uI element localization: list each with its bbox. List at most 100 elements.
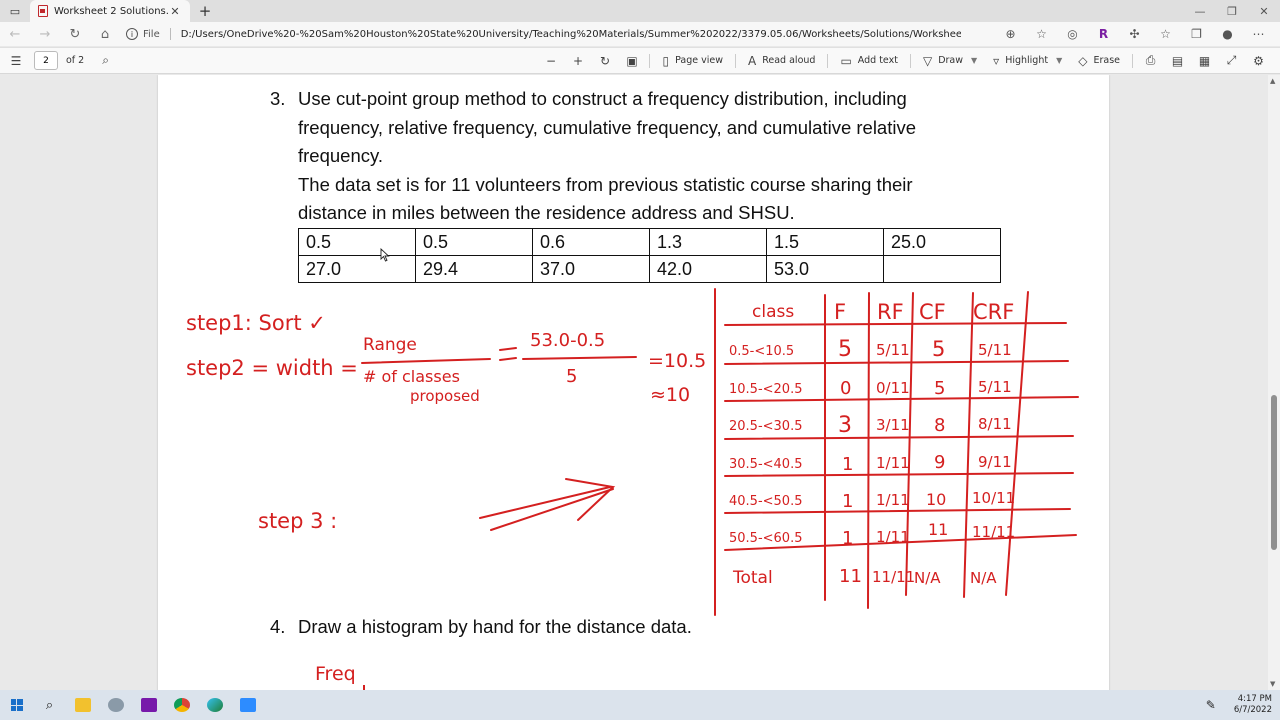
fit-page-icon[interactable]: ▣ xyxy=(618,54,645,68)
address-bar-row: ← → ↻ ⌂ i File D:/Users/OneDrive%20-%20S… xyxy=(0,22,1280,46)
print-icon[interactable]: ⎙ xyxy=(1137,53,1164,68)
ink-cf-2: 5 xyxy=(934,378,945,399)
favorites-icon[interactable]: ☆ xyxy=(1150,27,1181,41)
vertical-scrollbar[interactable]: ▲ ▼ xyxy=(1268,75,1280,690)
ink-f-total: 11 xyxy=(839,566,862,587)
ink-header-crf: CRF xyxy=(973,300,1014,324)
page-number-input[interactable] xyxy=(34,51,58,70)
fullscreen-icon[interactable]: ⤢ xyxy=(1218,53,1245,68)
question-4-number: 4. xyxy=(270,616,286,637)
refresh-icon[interactable]: ↻ xyxy=(60,27,90,42)
page-view-icon: ▯ xyxy=(662,53,670,68)
home-icon[interactable]: ⌂ xyxy=(90,27,120,42)
ink-cf-1: 5 xyxy=(932,337,945,361)
draw-button[interactable]: ▽ Draw ▼ xyxy=(915,47,985,74)
r-extension-icon[interactable]: R xyxy=(1088,27,1119,41)
zoom-icon[interactable]: ⊕ xyxy=(995,27,1026,41)
onenote-icon[interactable] xyxy=(132,690,165,720)
ink-equals-10-5: =10.5 xyxy=(648,350,706,372)
ink-header-f: F xyxy=(834,300,846,324)
question-3-number: 3. xyxy=(270,88,286,109)
question-4-text: Draw a histogram by hand for the distanc… xyxy=(298,616,692,637)
extension-icon[interactable]: ◎ xyxy=(1057,27,1088,41)
highlight-button[interactable]: ▿ Highlight ▼ xyxy=(985,47,1070,74)
ink-rf-6: 1/11 xyxy=(876,528,910,546)
workspaces-icon[interactable]: ▭ xyxy=(0,0,30,22)
table-of-contents-icon[interactable]: ☰ xyxy=(0,54,32,68)
pdf-tools: − + ↻ ▣ ▯ Page view A Read aloud ▭ Add text… xyxy=(537,47,1272,74)
settings-gear-icon[interactable]: ⚙ xyxy=(1245,54,1272,68)
search-icon[interactable]: ⌕ xyxy=(102,53,109,68)
zoom-app-icon[interactable] xyxy=(231,690,264,720)
ink-f-5: 1 xyxy=(842,491,853,512)
add-text-button[interactable]: ▭ Add text xyxy=(832,47,906,74)
question-3-text: Use cut-point group method to construct … xyxy=(298,88,917,223)
chrome-icon[interactable] xyxy=(165,690,198,720)
ink-class-5: 40.5-<50.5 xyxy=(729,494,802,509)
ink-crf-5: 10/11 xyxy=(972,489,1015,507)
ink-crf-2: 5/11 xyxy=(978,378,1012,396)
ink-range: Range xyxy=(363,335,417,355)
ink-crf-6: 11/11 xyxy=(972,523,1015,541)
browser-tab[interactable]: Worksheet 2 Solutions.pdf ✕ xyxy=(30,0,190,22)
more-menu-icon[interactable]: ⋯ xyxy=(1243,27,1274,41)
read-aloud-button[interactable]: A Read aloud xyxy=(740,47,823,74)
back-icon[interactable]: ← xyxy=(0,27,30,42)
clock[interactable]: 4:17 PM 6/7/2022 xyxy=(1234,694,1272,716)
ink-cf-6: 11 xyxy=(928,520,948,539)
close-window-icon[interactable]: ✕ xyxy=(1248,5,1280,18)
profile-avatar-icon[interactable]: ● xyxy=(1212,27,1243,41)
favorite-star-icon[interactable]: ☆ xyxy=(1026,27,1057,41)
ink-step2-label: step2 = width = xyxy=(186,356,358,380)
maximize-icon[interactable]: ❐ xyxy=(1216,5,1248,18)
ink-formula-denominator: 5 xyxy=(566,366,577,387)
page-view-button[interactable]: ▯ Page view xyxy=(654,47,731,74)
pdf-toolbar: ☰ of 2 ⌕ − + ↻ ▣ ▯Page view ARead aloud … xyxy=(0,47,1280,74)
address-field[interactable]: i File D:/Users/OneDrive%20-%20Sam%20Hou… xyxy=(126,28,995,40)
save-icon[interactable]: ▤ xyxy=(1164,54,1191,68)
ink-class-4: 30.5-<40.5 xyxy=(729,457,802,472)
file-explorer-icon[interactable] xyxy=(66,690,99,720)
save-as-icon[interactable]: ▦ xyxy=(1191,54,1218,68)
snipping-tool-icon[interactable] xyxy=(99,690,132,720)
collections-icon[interactable]: ❐ xyxy=(1181,27,1212,41)
chevron-down-icon[interactable]: ▼ xyxy=(1056,56,1062,65)
erase-button[interactable]: ◇ Erase xyxy=(1070,47,1128,74)
ink-rf-3: 3/11 xyxy=(876,416,910,434)
zoom-in-icon[interactable]: + xyxy=(564,54,591,68)
ink-crf-4: 9/11 xyxy=(978,453,1012,471)
search-taskbar-icon[interactable]: ⌕ xyxy=(33,690,66,720)
pdf-page: 3. Use cut-point group method to constru… xyxy=(158,75,1109,690)
ink-class-total: Total xyxy=(732,568,773,588)
ink-crf-3: 8/11 xyxy=(978,415,1012,433)
zoom-out-icon[interactable]: − xyxy=(537,54,564,68)
scrollbar-thumb[interactable] xyxy=(1271,395,1277,550)
tab-strip: ▭ Worksheet 2 Solutions.pdf ✕ + — ❐ ✕ xyxy=(0,0,1280,22)
scroll-up-icon[interactable]: ▲ xyxy=(1270,77,1275,85)
rotate-icon[interactable]: ↻ xyxy=(591,54,618,68)
edge-icon[interactable] xyxy=(198,690,231,720)
new-tab-icon[interactable]: + xyxy=(194,2,216,20)
ink-approx-10: ≈10 xyxy=(650,384,690,406)
forward-icon[interactable]: → xyxy=(30,27,60,42)
close-tab-icon[interactable]: ✕ xyxy=(168,5,182,18)
eraser-icon: ◇ xyxy=(1078,53,1088,68)
start-button[interactable] xyxy=(0,690,33,720)
address-url[interactable]: D:/Users/OneDrive%20-%20Sam%20Houston%20… xyxy=(181,29,961,40)
highlight-icon: ▿ xyxy=(993,53,1000,68)
draw-icon: ▽ xyxy=(922,53,933,68)
ink-rf-2: 0/11 xyxy=(876,379,910,397)
document-viewport[interactable]: 3. Use cut-point group method to constru… xyxy=(0,75,1268,690)
add-text-icon: ▭ xyxy=(840,53,852,68)
ink-formula-numerator: 53.0-0.5 xyxy=(530,330,605,351)
ink-cf-total: N/A xyxy=(914,569,941,587)
minimize-icon[interactable]: — xyxy=(1184,5,1216,18)
ink-num-classes: # of classes xyxy=(363,367,460,386)
scroll-down-icon[interactable]: ▼ xyxy=(1270,680,1275,688)
pen-icon[interactable]: ✎ xyxy=(1206,698,1216,712)
info-icon[interactable]: i xyxy=(126,28,138,40)
window-controls: — ❐ ✕ xyxy=(1184,5,1280,18)
extensions-puzzle-icon[interactable]: ✣ xyxy=(1119,27,1150,41)
read-aloud-icon: A xyxy=(748,53,757,68)
chevron-down-icon[interactable]: ▼ xyxy=(971,56,977,65)
